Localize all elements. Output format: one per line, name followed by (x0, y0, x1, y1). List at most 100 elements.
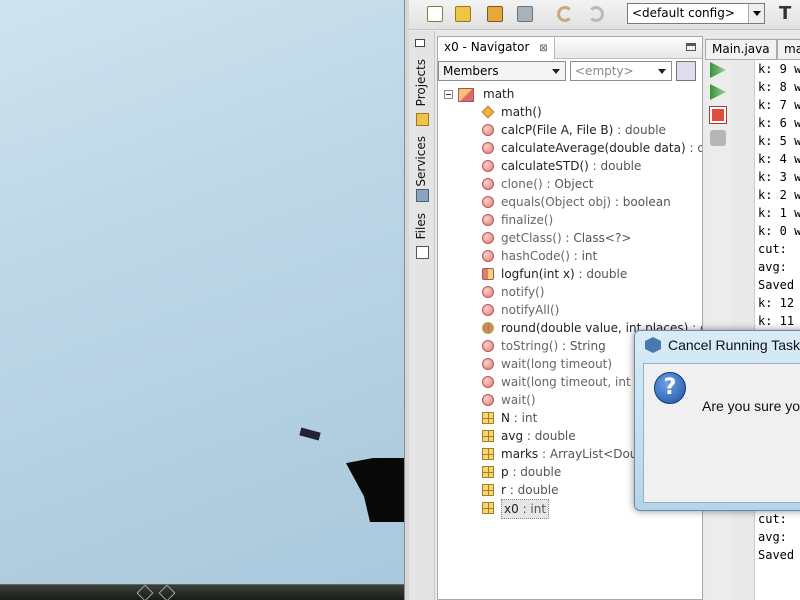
member-type: : String (558, 339, 606, 353)
member-params: () (533, 177, 543, 191)
tab-projects[interactable]: Projects (412, 53, 432, 143)
class-icon (458, 88, 474, 102)
undo-button[interactable] (553, 3, 577, 25)
member-type: : double (505, 483, 559, 497)
collapse-icon[interactable] (444, 90, 453, 99)
method-icon (482, 286, 494, 298)
member-name: N (501, 411, 510, 425)
stop-icon[interactable] (709, 106, 727, 124)
member-label: notify() (501, 283, 544, 301)
tree-member-node[interactable]: equals(Object obj) : boolean (438, 193, 702, 211)
member-type: : int (569, 249, 598, 263)
member-name: logfun (501, 267, 539, 281)
tree-member-node[interactable]: calcP(File A, File B) : double (438, 121, 702, 139)
member-params: () (579, 159, 589, 173)
tab-navigator[interactable]: x0 - Navigator ⊠ (438, 37, 555, 59)
tree-member-node[interactable]: logfun(int x) : double (438, 265, 702, 283)
tab-ma[interactable]: ma (777, 39, 800, 59)
field-icon (482, 502, 494, 514)
method-icon (482, 358, 494, 370)
output-line: k: 3 w (758, 170, 800, 184)
member-params: () (560, 249, 570, 263)
rerun-with-params-icon[interactable] (710, 84, 726, 100)
desktop-taskbar (0, 584, 406, 600)
member-params: () (552, 231, 562, 245)
member-label: wait() (501, 391, 536, 409)
close-project-button[interactable] (513, 3, 537, 25)
filter-select[interactable]: <empty> (570, 61, 672, 81)
member-label: getClass() : Class<?> (501, 229, 631, 247)
side-tab-strip: Projects Services Files (409, 31, 435, 600)
filter-options-icon[interactable] (676, 61, 696, 81)
close-project-icon (517, 6, 533, 22)
member-label: clone() : Object (501, 175, 593, 193)
tree-member-node[interactable]: hashCode() : int (438, 247, 702, 265)
tree-member-node[interactable]: getClass() : Class<?> (438, 229, 702, 247)
member-type: : double (574, 267, 628, 281)
member-params: () (549, 303, 560, 317)
files-icon (416, 246, 429, 259)
new-file-button[interactable] (423, 3, 447, 25)
tree-member-node[interactable]: math() (438, 103, 702, 121)
redo-button[interactable] (584, 3, 608, 25)
member-name: x0 (504, 502, 519, 516)
tree-member-node[interactable]: calculateAverage(double data) : do (438, 139, 702, 157)
desktop-dark-shape (346, 458, 406, 522)
build-button[interactable]: T (779, 3, 791, 24)
restore-window-icon[interactable] (415, 39, 425, 47)
member-label: r : double (501, 481, 559, 499)
tree-member-node[interactable]: calculateSTD() : double (438, 157, 702, 175)
tree-member-node[interactable]: finalize() (438, 211, 702, 229)
output-line: k: 12 (758, 296, 795, 310)
method-icon (482, 304, 494, 316)
tab-files[interactable]: Files (412, 213, 432, 283)
tree-member-node[interactable]: notify() (438, 283, 702, 301)
tree-member-node[interactable]: clone() : Object (438, 175, 702, 193)
output-line: k: 2 w (758, 188, 800, 202)
member-type: : double (613, 123, 666, 137)
open-project-button[interactable] (483, 3, 507, 25)
navigator-panel: x0 - Navigator ⊠ Members <empty> math ma… (437, 36, 703, 600)
member-label: x0 : int (501, 499, 550, 519)
method-icon (482, 232, 494, 244)
member-name: calculateAverage (501, 141, 605, 155)
dialog-title: Cancel Running Task (668, 337, 800, 353)
member-name: calcP (501, 123, 533, 137)
member-name: p (501, 465, 509, 479)
desktop-background (0, 0, 406, 600)
tab-services[interactable]: Services (412, 136, 432, 216)
cancel-task-dialog: Cancel Running Task ? Are you sure yo (634, 330, 800, 511)
member-type: : Object (542, 177, 594, 191)
output-line: k: 5 w (758, 134, 800, 148)
minimize-icon[interactable] (686, 43, 696, 51)
chevron-down-icon[interactable] (748, 4, 764, 23)
close-icon[interactable]: ⊠ (539, 43, 547, 54)
rerun-icon[interactable] (710, 62, 726, 78)
member-params: () (526, 393, 536, 407)
constructor-icon (481, 105, 495, 119)
member-type: : int (509, 411, 538, 425)
settings-icon[interactable] (710, 130, 726, 146)
output-line: avg: (758, 530, 787, 544)
member-label: N : int (501, 409, 537, 427)
member-params: (double data) (604, 141, 686, 155)
member-label: marks : ArrayList<Doub (501, 445, 645, 463)
dialog-message: Are you sure yo (702, 398, 800, 414)
output-line: cut: (758, 242, 787, 256)
member-params: () (548, 339, 559, 353)
tree-root-node[interactable]: math (438, 85, 702, 103)
tab-main-java[interactable]: Main.java (705, 39, 777, 59)
view-mode-select[interactable]: Members (438, 61, 566, 81)
member-label: calculateAverage(double data) : do (501, 139, 702, 157)
member-label: wait(long timeout, int n (501, 373, 642, 391)
tree-member-node[interactable]: notifyAll() (438, 301, 702, 319)
configuration-select[interactable]: <default config> (627, 3, 765, 24)
member-name: round (501, 321, 536, 335)
member-label: finalize() (501, 211, 553, 229)
member-name: clone (501, 177, 534, 191)
new-project-button[interactable] (451, 3, 475, 25)
output-line: k: 1 w (758, 206, 800, 220)
output-line: k: 6 w (758, 116, 800, 130)
method-icon (482, 142, 494, 154)
navigator-filters: Members <empty> (438, 59, 702, 83)
